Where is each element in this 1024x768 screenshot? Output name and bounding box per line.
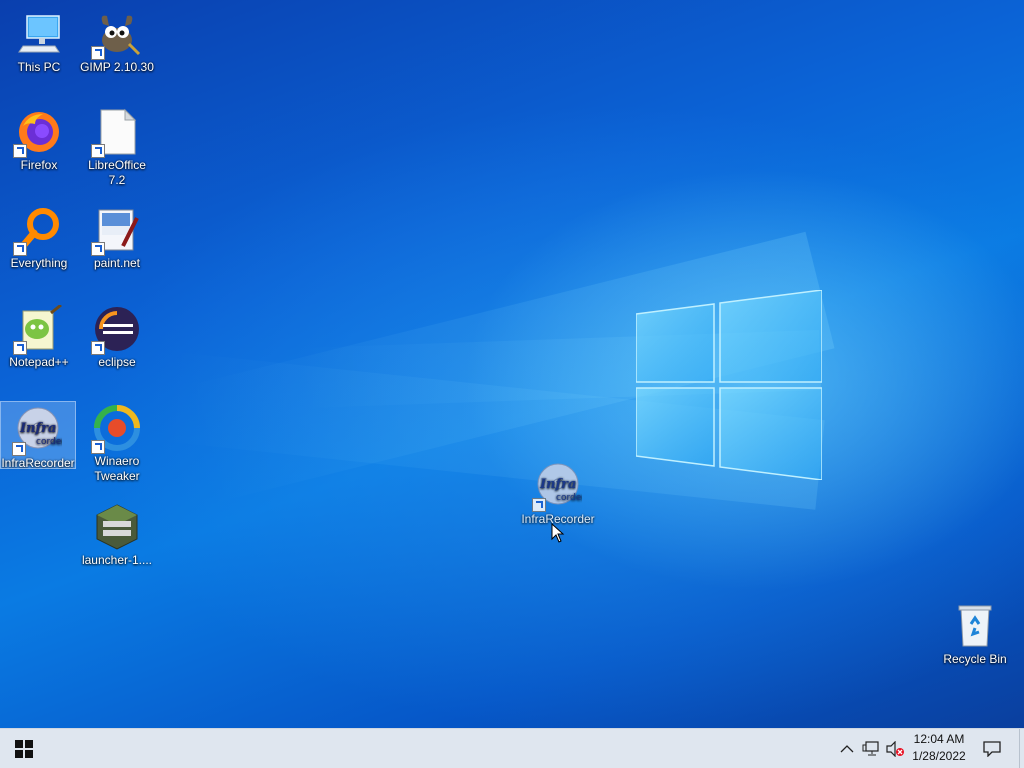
mouse-cursor-icon xyxy=(551,523,565,543)
desktop-icon-eclipse[interactable]: eclipse xyxy=(80,305,154,370)
shortcut-arrow-icon xyxy=(91,46,105,60)
infrarecorder-icon: Infra corder xyxy=(532,462,585,512)
gimp-icon xyxy=(91,10,141,60)
this-pc-icon xyxy=(15,10,63,58)
desktop-icon-recycle-bin[interactable]: Recycle Bin xyxy=(938,602,1012,667)
icon-label: This PC xyxy=(17,60,61,74)
eclipse-icon xyxy=(91,305,141,355)
network-icon xyxy=(862,741,879,756)
network-button[interactable] xyxy=(860,729,882,768)
icon-label: launcher-1.... xyxy=(81,553,153,567)
svg-text:Infra: Infra xyxy=(539,477,576,492)
desktop-icon-libreoffice[interactable]: LibreOffice 7.2 xyxy=(80,108,154,188)
everything-search-icon xyxy=(13,206,63,256)
windows-wallpaper-logo xyxy=(636,290,822,480)
svg-text:corder: corder xyxy=(36,437,62,447)
show-hidden-icons-button[interactable] xyxy=(836,729,858,768)
desktop-icon-this-pc[interactable]: This PC xyxy=(2,10,76,75)
shortcut-arrow-icon xyxy=(13,144,27,158)
desktop-icon-notepadpp[interactable]: Notepad++ xyxy=(2,303,76,370)
show-desktop-button[interactable] xyxy=(1019,729,1024,768)
desktop-icon-gimp[interactable]: GIMP 2.10.30 xyxy=(80,10,154,75)
notepadpp-icon xyxy=(13,303,63,355)
winaero-tweaker-icon xyxy=(91,404,141,454)
desktop-icon-everything[interactable]: Everything xyxy=(2,206,76,271)
desktop-icon-paintnet[interactable]: paint.net xyxy=(80,206,154,271)
desktop-icon-firefox[interactable]: Firefox xyxy=(2,108,76,173)
volume-button[interactable] xyxy=(884,729,906,768)
chevron-up-icon xyxy=(840,745,854,753)
desktop-icon-infrarecorder[interactable]: Infra corder InfraRecorder xyxy=(0,401,76,470)
infrarecorder-icon: Infra corder xyxy=(12,406,65,456)
paintnet-icon xyxy=(91,206,141,256)
taskbar: 12:04 AM 1/28/2022 xyxy=(0,728,1024,768)
desktop-icon-winaero-tweaker[interactable]: Winaero Tweaker xyxy=(80,404,154,484)
volume-muted-icon xyxy=(886,741,904,757)
libreoffice-icon xyxy=(91,108,141,158)
shortcut-arrow-icon xyxy=(91,341,105,355)
icon-label: GIMP 2.10.30 xyxy=(80,60,154,74)
taskbar-clock[interactable]: 12:04 AM 1/28/2022 xyxy=(904,731,974,765)
icon-label: Notepad++ xyxy=(9,355,69,369)
icon-label: Firefox xyxy=(20,158,58,172)
start-button[interactable] xyxy=(0,729,48,768)
shortcut-arrow-icon xyxy=(12,442,26,456)
icon-label: eclipse xyxy=(98,355,136,369)
icon-label: Winaero Tweaker xyxy=(94,454,140,483)
shortcut-arrow-icon xyxy=(13,242,27,256)
action-center-icon xyxy=(983,741,1001,757)
shortcut-arrow-icon xyxy=(13,341,27,355)
clock-date: 1/28/2022 xyxy=(912,749,966,763)
svg-text:corder: corder xyxy=(556,493,582,503)
icon-label: Recycle Bin xyxy=(943,652,1007,666)
firefox-icon xyxy=(13,108,63,158)
icon-label: Everything xyxy=(10,256,68,270)
clock-time: 12:04 AM xyxy=(913,732,965,746)
svg-text:Infra: Infra xyxy=(19,421,56,436)
desktop-icon-launcher[interactable]: launcher-1.... xyxy=(80,503,154,568)
action-center-button[interactable] xyxy=(980,729,1004,768)
windows-logo-icon xyxy=(15,740,33,758)
recycle-bin-icon xyxy=(951,602,999,650)
icon-label: LibreOffice 7.2 xyxy=(88,158,146,187)
shortcut-arrow-icon xyxy=(532,498,546,512)
shortcut-arrow-icon xyxy=(91,144,105,158)
icon-label: paint.net xyxy=(93,256,141,270)
icon-label: InfraRecorder xyxy=(1,456,75,470)
shortcut-arrow-icon xyxy=(91,440,105,454)
shortcut-arrow-icon xyxy=(91,242,105,256)
betacraft-launcher-icon xyxy=(93,503,141,551)
desktop[interactable]: This PC Firefox Everything Notepad++ Inf… xyxy=(0,0,1024,728)
dragged-icon-infrarecorder[interactable]: Infra corder InfraRecorder xyxy=(521,462,595,527)
